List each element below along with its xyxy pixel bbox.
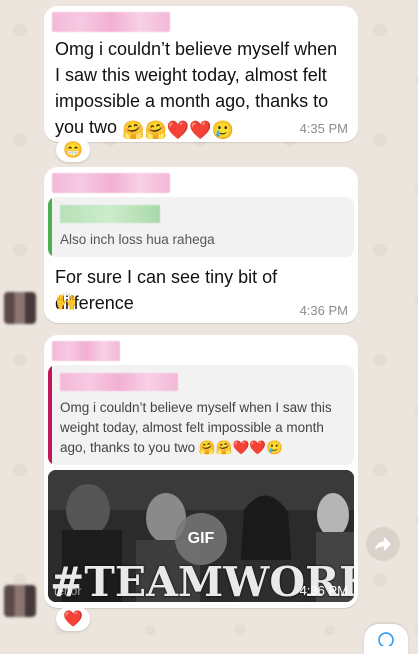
- quoted-sender-redacted: [60, 373, 178, 391]
- quoted-emojis: 🤗🤗❤️❤️🥲: [198, 440, 283, 455]
- sender-name-redacted: [52, 173, 170, 193]
- avatar[interactable]: [4, 585, 36, 617]
- quote-accent-bar: [48, 365, 52, 465]
- quote-accent-bar: [48, 197, 52, 257]
- quoted-text: Omg i couldn’t believe myself when I saw…: [60, 398, 344, 458]
- reaction-badge[interactable]: 😁: [56, 138, 90, 162]
- gif-badge-label: GIF: [187, 530, 215, 547]
- gif-attachment[interactable]: #TEAMWORK GIF tenor 4:36 PM: [48, 470, 354, 602]
- scroll-down-button[interactable]: [364, 624, 408, 654]
- sender-name-redacted: [52, 12, 170, 32]
- quoted-text: Also inch loss hua rahega: [60, 232, 215, 247]
- chevron-down-icon: [378, 632, 394, 646]
- sender-name-redacted: [52, 341, 120, 361]
- message-bubble[interactable]: Omg i couldn’t believe myself when I saw…: [44, 335, 358, 608]
- gif-source-label: tenor: [54, 584, 82, 598]
- message-bubble[interactable]: Also inch loss hua rahega For sure I can…: [44, 167, 358, 323]
- quoted-message[interactable]: Omg i couldn’t believe myself when I saw…: [48, 365, 354, 465]
- avatar[interactable]: [4, 292, 36, 324]
- quoted-message[interactable]: Also inch loss hua rahega: [48, 197, 354, 257]
- message-timestamp: 4:35 PM: [299, 121, 348, 136]
- message-emojis: 🙌: [55, 291, 78, 311]
- forward-button[interactable]: [366, 527, 400, 561]
- message-emojis: 🤗🤗❤️❤️🥲: [122, 120, 235, 140]
- reaction-badge[interactable]: ❤️: [56, 607, 90, 631]
- message-timestamp: 4:36 PM: [299, 303, 348, 318]
- message-bubble[interactable]: Omg i couldn’t believe myself when I saw…: [44, 6, 358, 142]
- gif-timestamp: 4:36 PM: [299, 583, 348, 598]
- gif-badge[interactable]: GIF: [175, 513, 227, 565]
- quoted-sender-redacted: [60, 205, 160, 223]
- quoted-body: Omg i couldn’t believe myself when I saw…: [60, 400, 332, 455]
- forward-arrow-icon: [375, 537, 391, 551]
